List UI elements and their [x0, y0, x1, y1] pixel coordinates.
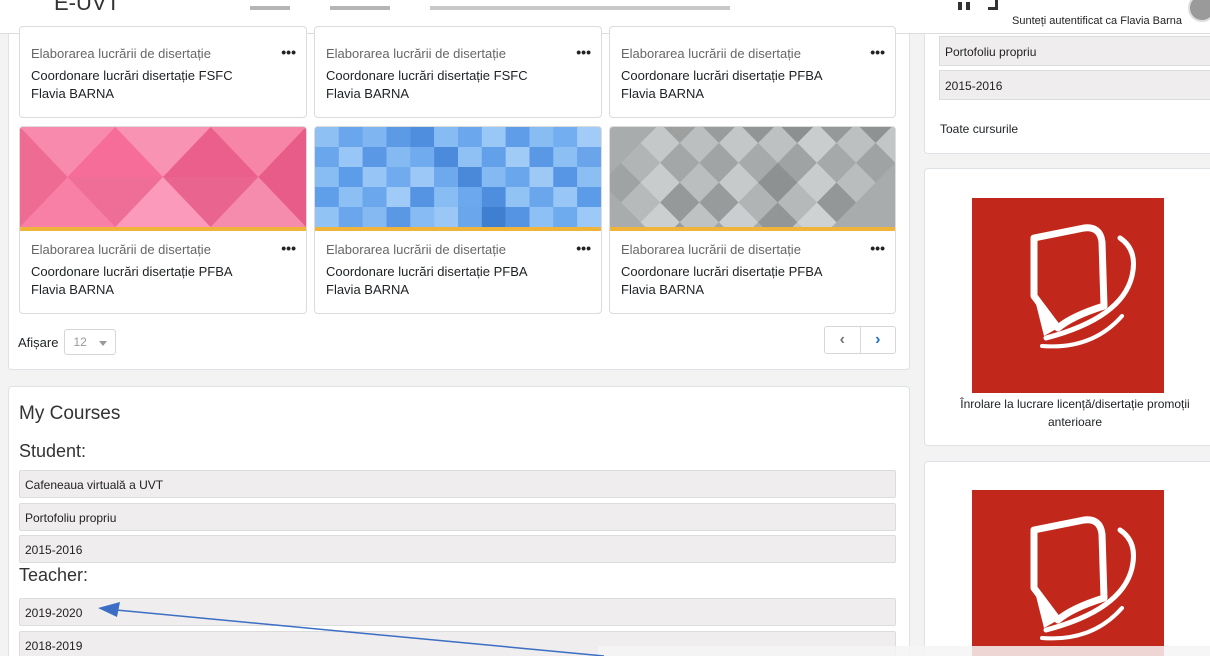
sidebar-course-item[interactable]: Portofoliu propriu — [939, 36, 1210, 66]
notifications-icon[interactable] — [958, 2, 970, 10]
course-name[interactable]: Coordonare lucrări disertație PFBA — [621, 67, 884, 85]
my-courses-title: My Courses — [19, 403, 121, 424]
course-card[interactable]: Elaborarea lucrării de disertație Coordo… — [314, 126, 602, 314]
course-card-accent — [610, 227, 895, 231]
course-teacher: Flavia BARNA — [31, 86, 115, 101]
nav-item[interactable] — [430, 6, 730, 10]
course-name[interactable]: Coordonare lucrări disertație PFBA — [31, 263, 295, 281]
course-category: Elaborarea lucrării de disertație — [31, 46, 211, 61]
chevron-right-icon: › — [875, 331, 881, 348]
course-card[interactable]: Elaborarea lucrării de disertație Coordo… — [609, 26, 896, 118]
course-teacher: Flavia BARNA — [621, 86, 705, 101]
course-image[interactable] — [20, 127, 306, 227]
teacher-course-item[interactable]: 2019-2020 — [19, 598, 896, 626]
course-name[interactable]: Coordonare lucrări disertație FSFC — [326, 67, 590, 85]
enrolment-logo-image[interactable] — [972, 198, 1164, 393]
course-image[interactable] — [315, 127, 601, 227]
course-category: Elaborarea lucrării de disertație — [31, 242, 211, 257]
student-section-label: Student: — [19, 441, 87, 461]
course-actions-menu-icon[interactable]: ••• — [281, 45, 296, 59]
course-name[interactable]: Coordonare lucrări disertație PFBA — [621, 263, 884, 281]
site-brand[interactable]: E-UVT — [54, 0, 120, 16]
all-courses-link[interactable]: Toate cursurile — [940, 122, 1018, 136]
student-course-item[interactable]: 2015-2016 — [19, 535, 896, 563]
enrolment-logo-image[interactable] — [972, 490, 1164, 656]
course-name[interactable]: Coordonare lucrări disertație FSFC — [31, 67, 295, 85]
course-image[interactable] — [610, 127, 895, 227]
page-size-label: Afișare — [18, 334, 59, 350]
next-page-button[interactable]: › — [861, 327, 896, 353]
my-courses-block: My Courses Student: Cafeneaua virtuală a… — [8, 386, 910, 656]
course-actions-menu-icon[interactable]: ••• — [870, 241, 885, 255]
pagination: ‹ › — [824, 326, 896, 354]
course-category: Elaborarea lucrării de disertație — [621, 46, 801, 61]
nav-item[interactable] — [250, 6, 290, 10]
page-size-control: Afișare 12 — [18, 328, 117, 356]
course-category: Elaborarea lucrării de disertație — [621, 242, 801, 257]
course-overview-block: Elaborarea lucrării de disertație Coordo… — [8, 26, 910, 370]
course-actions-menu-icon[interactable]: ••• — [576, 45, 591, 59]
page-size-value: 12 — [73, 335, 87, 349]
nav-item[interactable] — [330, 6, 390, 10]
avatar[interactable] — [1188, 0, 1210, 22]
course-card-accent — [20, 227, 306, 231]
prev-page-button[interactable]: ‹ — [825, 327, 861, 353]
teacher-section-label: Teacher: — [19, 565, 89, 585]
logged-in-user-text: Sunteți autentificat ca Flavia Barna — [1012, 15, 1182, 27]
course-card[interactable]: Elaborarea lucrării de disertație Coordo… — [19, 126, 307, 314]
course-teacher: Flavia BARNA — [621, 282, 705, 297]
student-course-item[interactable]: Portofoliu propriu — [19, 503, 896, 531]
course-card[interactable]: Elaborarea lucrării de disertație Coordo… — [314, 26, 602, 118]
chevron-left-icon: ‹ — [839, 331, 845, 348]
course-name[interactable]: Coordonare lucrări disertație PFBA — [326, 263, 590, 281]
course-card[interactable]: Elaborarea lucrării de disertație Coordo… — [609, 126, 896, 314]
page-fade-overlay — [598, 646, 1210, 656]
enrolment-promo-block-2 — [924, 461, 1210, 656]
course-category: Elaborarea lucrării de disertație — [326, 46, 506, 61]
enrolment-promo-block: Înrolare la lucrare licență/disertație p… — [924, 168, 1210, 446]
course-actions-menu-icon[interactable]: ••• — [576, 241, 591, 255]
sidebar-course-item[interactable]: 2015-2016 — [939, 70, 1210, 100]
course-teacher: Flavia BARNA — [326, 86, 410, 101]
chevron-down-icon — [99, 341, 108, 346]
course-actions-menu-icon[interactable]: ••• — [281, 241, 296, 255]
course-category: Elaborarea lucrării de disertație — [326, 242, 506, 257]
sidebar-courses-block: Portofoliu propriu 2015-2016 Toate cursu… — [924, 34, 1210, 154]
page-size-select[interactable]: 12 — [64, 329, 117, 355]
course-card-accent — [315, 227, 601, 231]
course-teacher: Flavia BARNA — [31, 282, 115, 297]
course-card[interactable]: Elaborarea lucrării de disertație Coordo… — [19, 26, 307, 118]
course-teacher: Flavia BARNA — [326, 282, 410, 297]
enrolment-caption[interactable]: Înrolare la lucrare licență/disertație p… — [935, 395, 1210, 431]
student-course-item[interactable]: Cafeneaua virtuală a UVT — [19, 470, 896, 498]
messages-icon[interactable] — [988, 0, 998, 10]
course-actions-menu-icon[interactable]: ••• — [870, 45, 885, 59]
